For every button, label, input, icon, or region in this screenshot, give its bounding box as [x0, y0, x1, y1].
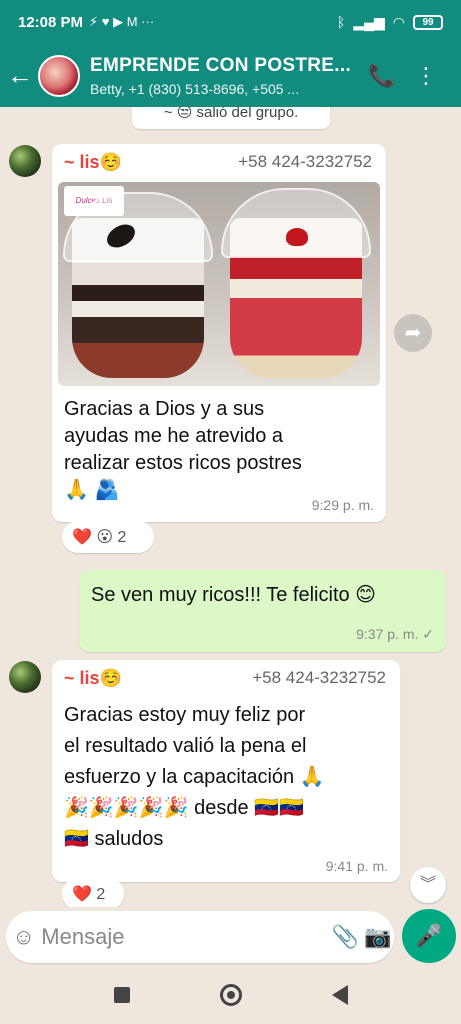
incoming-message-bubble[interactable]: ~ lis☺️ +58 424-3232752 Gracias estoy mu…	[52, 660, 400, 882]
strawberry-topping	[286, 228, 308, 246]
message-line: ayudas me he atrevido a	[64, 425, 284, 447]
group-info[interactable]: EMPRENDE CON POSTRE... Betty, +1 (830) 5…	[90, 55, 360, 97]
message-text: Gracias a Dios y a sus ayudas me he atre…	[64, 396, 302, 504]
reactions-badge[interactable]: ❤️ 😮 2	[62, 521, 154, 553]
message-line: 🎉🎉🎉🎉🎉 desde 🇻🇪🇻🇪	[64, 797, 304, 819]
bluetooth-icon: ᛒ	[336, 14, 346, 30]
emoji-icon[interactable]: ☺	[6, 924, 41, 950]
message-time: 9:41 p. m.	[325, 858, 388, 874]
more-options-icon[interactable]: ⋮	[404, 63, 448, 89]
chat-area: ~ 😒 salió del grupo. ~ lis☺️ +58 424-323…	[0, 107, 461, 907]
sender-phone: +58 424-3232752	[252, 668, 386, 687]
message-time: 9:29 p. m.	[311, 497, 374, 513]
camera-icon[interactable]: 📷	[362, 924, 394, 950]
wifi-icon: ◠	[392, 13, 405, 30]
outgoing-message-bubble[interactable]: Se ven muy ricos!!! Te felicito 😊 9:37 p…	[79, 570, 446, 652]
cup-lid-right	[221, 188, 371, 258]
incoming-message-bubble[interactable]: ~ lis☺️ +58 424-3232752 Dulces Lis Graci…	[52, 144, 386, 522]
message-line: Gracias a Dios y a sus	[64, 398, 265, 420]
message-line: Gracias estoy muy feliz por	[64, 704, 306, 726]
system-message: ~ 😒 salió del grupo.	[132, 107, 330, 129]
reactions-badge[interactable]: ❤️ 2	[62, 878, 124, 907]
sender-name[interactable]: ~ lis☺️	[64, 152, 122, 173]
top-bar: 12:08 PM ⚡ ♥ ▶ M ··· ᛒ ▂▄▆ ◠ 99 ← EMPREN…	[0, 0, 461, 107]
back-nav-icon[interactable]	[331, 984, 348, 1005]
status-system-icons: ᛒ ▂▄▆ ◠ 99	[337, 14, 443, 31]
message-time: 9:37 p. m. ✓	[356, 626, 434, 642]
message-line: 🙏 🫂	[64, 479, 120, 501]
battery-icon: 99	[413, 14, 443, 30]
group-participants: Betty, +1 (830) 513-8696, +505 ...	[90, 80, 300, 97]
status-bar: 12:08 PM ⚡ ♥ ▶ M ··· ᛒ ▂▄▆ ◠ 99	[0, 0, 461, 44]
dessert-photo[interactable]: Dulces Lis	[58, 182, 380, 386]
chat-header: ← EMPRENDE CON POSTRE... Betty, +1 (830)…	[0, 44, 461, 107]
sender-phone: +58 424-3232752	[238, 152, 372, 171]
status-notification-icons: ⚡ ♥ ▶ M ···	[89, 14, 155, 29]
home-icon[interactable]	[219, 983, 242, 1006]
message-line: esfuerzo y la capacitación 🙏	[64, 766, 325, 788]
message-line: el resultado valió la pena el	[64, 735, 307, 757]
message-composer: ☺ 📎 📷	[6, 911, 394, 963]
signal-icon: ▂▄▆	[353, 13, 385, 30]
message-line: 🇻🇪 saludos	[64, 828, 164, 850]
attach-icon[interactable]: 📎	[329, 924, 361, 950]
add-call-icon[interactable]: 📞	[360, 63, 404, 89]
group-title: EMPRENDE CON POSTRE...	[90, 54, 352, 76]
message-text: Se ven muy ricos!!! Te felicito 😊	[91, 584, 377, 606]
message-input[interactable]	[41, 924, 330, 950]
recent-apps-icon[interactable]	[113, 986, 130, 1003]
mic-button[interactable]: 🎤	[402, 909, 456, 963]
message-line: realizar estos ricos postres	[64, 452, 302, 474]
system-nav-bar	[0, 965, 461, 1024]
status-time: 12:08 PM	[18, 13, 84, 31]
scroll-to-bottom-icon[interactable]: ︾	[410, 867, 446, 903]
message-text: Gracias estoy muy feliz por el resultado…	[64, 700, 325, 855]
forward-icon[interactable]: ➦	[394, 314, 432, 352]
back-arrow-icon[interactable]: ←	[2, 60, 38, 91]
sender-name[interactable]: ~ lis☺️	[64, 668, 122, 689]
sender-avatar[interactable]	[9, 145, 41, 177]
sender-avatar[interactable]	[9, 661, 41, 693]
group-avatar[interactable]	[38, 54, 80, 97]
